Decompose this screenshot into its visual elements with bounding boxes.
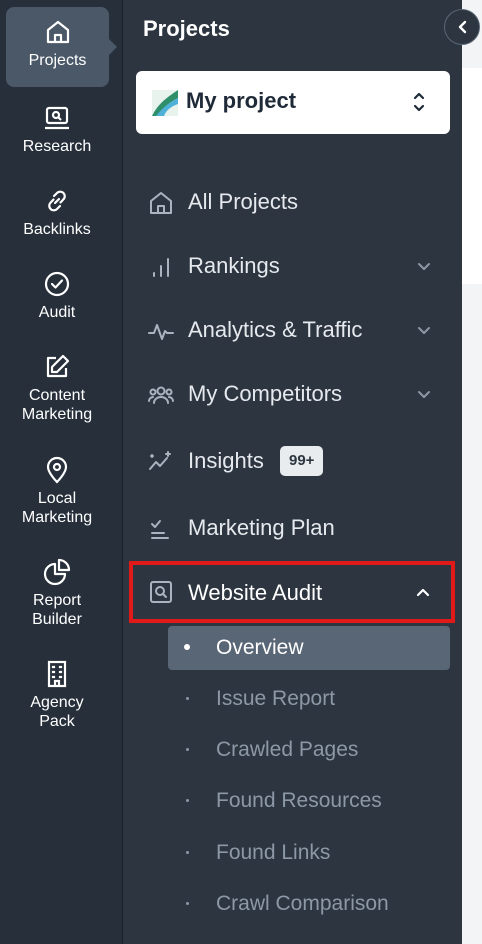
subnav-label: Found Resources — [216, 789, 382, 812]
project-selector[interactable]: My project — [136, 71, 450, 134]
nav-label: All Projects — [188, 189, 299, 214]
rail-label: Content Marketing — [21, 387, 93, 423]
project-logo-icon — [152, 90, 178, 116]
bullet-dot — [186, 851, 189, 854]
up-down-chevron-icon — [413, 92, 425, 112]
bullet-dot — [186, 697, 189, 700]
rail-item-audit[interactable]: Audit — [0, 269, 114, 322]
chevron-down-icon — [418, 327, 430, 334]
rail-label: Backlinks — [23, 221, 91, 238]
nav-insights[interactable]: Insights 99+ — [136, 437, 450, 485]
checklist-icon — [151, 520, 169, 539]
bullet-dot — [184, 644, 190, 650]
check-circle-icon — [44, 271, 70, 297]
subnav-crawled-pages[interactable]: Crawled Pages — [168, 728, 450, 772]
bullet-dot — [186, 748, 189, 751]
subnav-label: Found Links — [216, 841, 331, 864]
bullet-dot — [186, 902, 189, 905]
nav-my-competitors[interactable]: My Competitors — [136, 370, 450, 418]
nav-label: My Competitors — [188, 381, 343, 406]
chevron-left-icon — [458, 20, 467, 34]
nav-label: Website Audit — [188, 580, 323, 605]
panel-title: Projects — [143, 16, 230, 41]
bullet-dot — [186, 799, 189, 802]
content-area-peek — [462, 68, 482, 284]
pulse-icon — [148, 324, 174, 340]
laptop-search-icon — [45, 106, 69, 130]
subnav-label: Crawled Pages — [216, 738, 359, 761]
main-rail: Projects Research Backlinks Audit Conten… — [0, 0, 123, 944]
subnav-label: Overview — [216, 636, 304, 659]
rail-label: Agency Pack — [30, 694, 84, 730]
project-name: My project — [186, 88, 297, 113]
rail-label: Projects — [28, 52, 87, 69]
subnav-issue-report[interactable]: Issue Report — [168, 677, 450, 721]
insights-count-badge: 99+ — [280, 446, 324, 476]
home-icon — [46, 20, 69, 44]
building-icon — [47, 660, 67, 688]
subnav-label: Issue Report — [216, 687, 336, 710]
rail-item-local-marketing[interactable]: Local Marketing — [0, 455, 114, 527]
nav-website-audit[interactable]: Website Audit — [129, 561, 455, 623]
nav-rankings[interactable]: Rankings — [136, 242, 450, 290]
rail-label: Research — [22, 138, 92, 155]
subnav-found-resources[interactable]: Found Resources — [168, 779, 450, 823]
subnav-found-links[interactable]: Found Links — [168, 831, 450, 875]
sparkle-chart-icon — [149, 451, 171, 470]
rail-item-research[interactable]: Research — [0, 103, 114, 156]
pie-chart-icon — [43, 558, 71, 586]
rail-item-projects[interactable]: Projects — [6, 7, 117, 87]
projects-panel: Projects My project All Projects Ranking… — [123, 0, 462, 944]
rail-item-report-builder[interactable]: Report Builder — [0, 557, 114, 629]
nav-all-projects[interactable]: All Projects — [136, 178, 450, 226]
search-box-icon — [150, 581, 172, 603]
collapse-sidebar-button[interactable] — [444, 9, 480, 45]
rail-label: Audit — [38, 304, 76, 321]
bar-chart-icon — [153, 258, 169, 277]
subnav-overview[interactable]: Overview — [168, 626, 450, 670]
users-icon — [148, 386, 174, 404]
chevron-up-icon — [416, 588, 430, 597]
chevron-down-icon — [418, 391, 430, 398]
link-icon — [48, 190, 66, 212]
rail-item-agency-pack[interactable]: Agency Pack — [0, 659, 114, 731]
rail-item-content-marketing[interactable]: Content Marketing — [0, 352, 114, 424]
subnav-crawl-comparison[interactable]: Crawl Comparison — [168, 882, 450, 926]
home-icon — [150, 192, 172, 214]
nav-analytics-traffic[interactable]: Analytics & Traffic — [136, 306, 450, 354]
nav-label: Rankings — [188, 253, 280, 278]
edit-icon — [46, 354, 70, 378]
rail-label: Local Marketing — [21, 490, 93, 526]
nav-label: Analytics & Traffic — [188, 317, 363, 342]
map-pin-icon — [46, 456, 68, 484]
rail-item-backlinks[interactable]: Backlinks — [0, 186, 114, 239]
chevron-down-icon — [418, 263, 430, 270]
subnav-label: Crawl Comparison — [216, 892, 389, 915]
rail-label: Report Builder — [32, 592, 82, 628]
nav-label: Marketing Plan — [188, 515, 335, 540]
nav-label: Insights — [188, 448, 264, 473]
nav-marketing-plan[interactable]: Marketing Plan — [136, 504, 450, 552]
